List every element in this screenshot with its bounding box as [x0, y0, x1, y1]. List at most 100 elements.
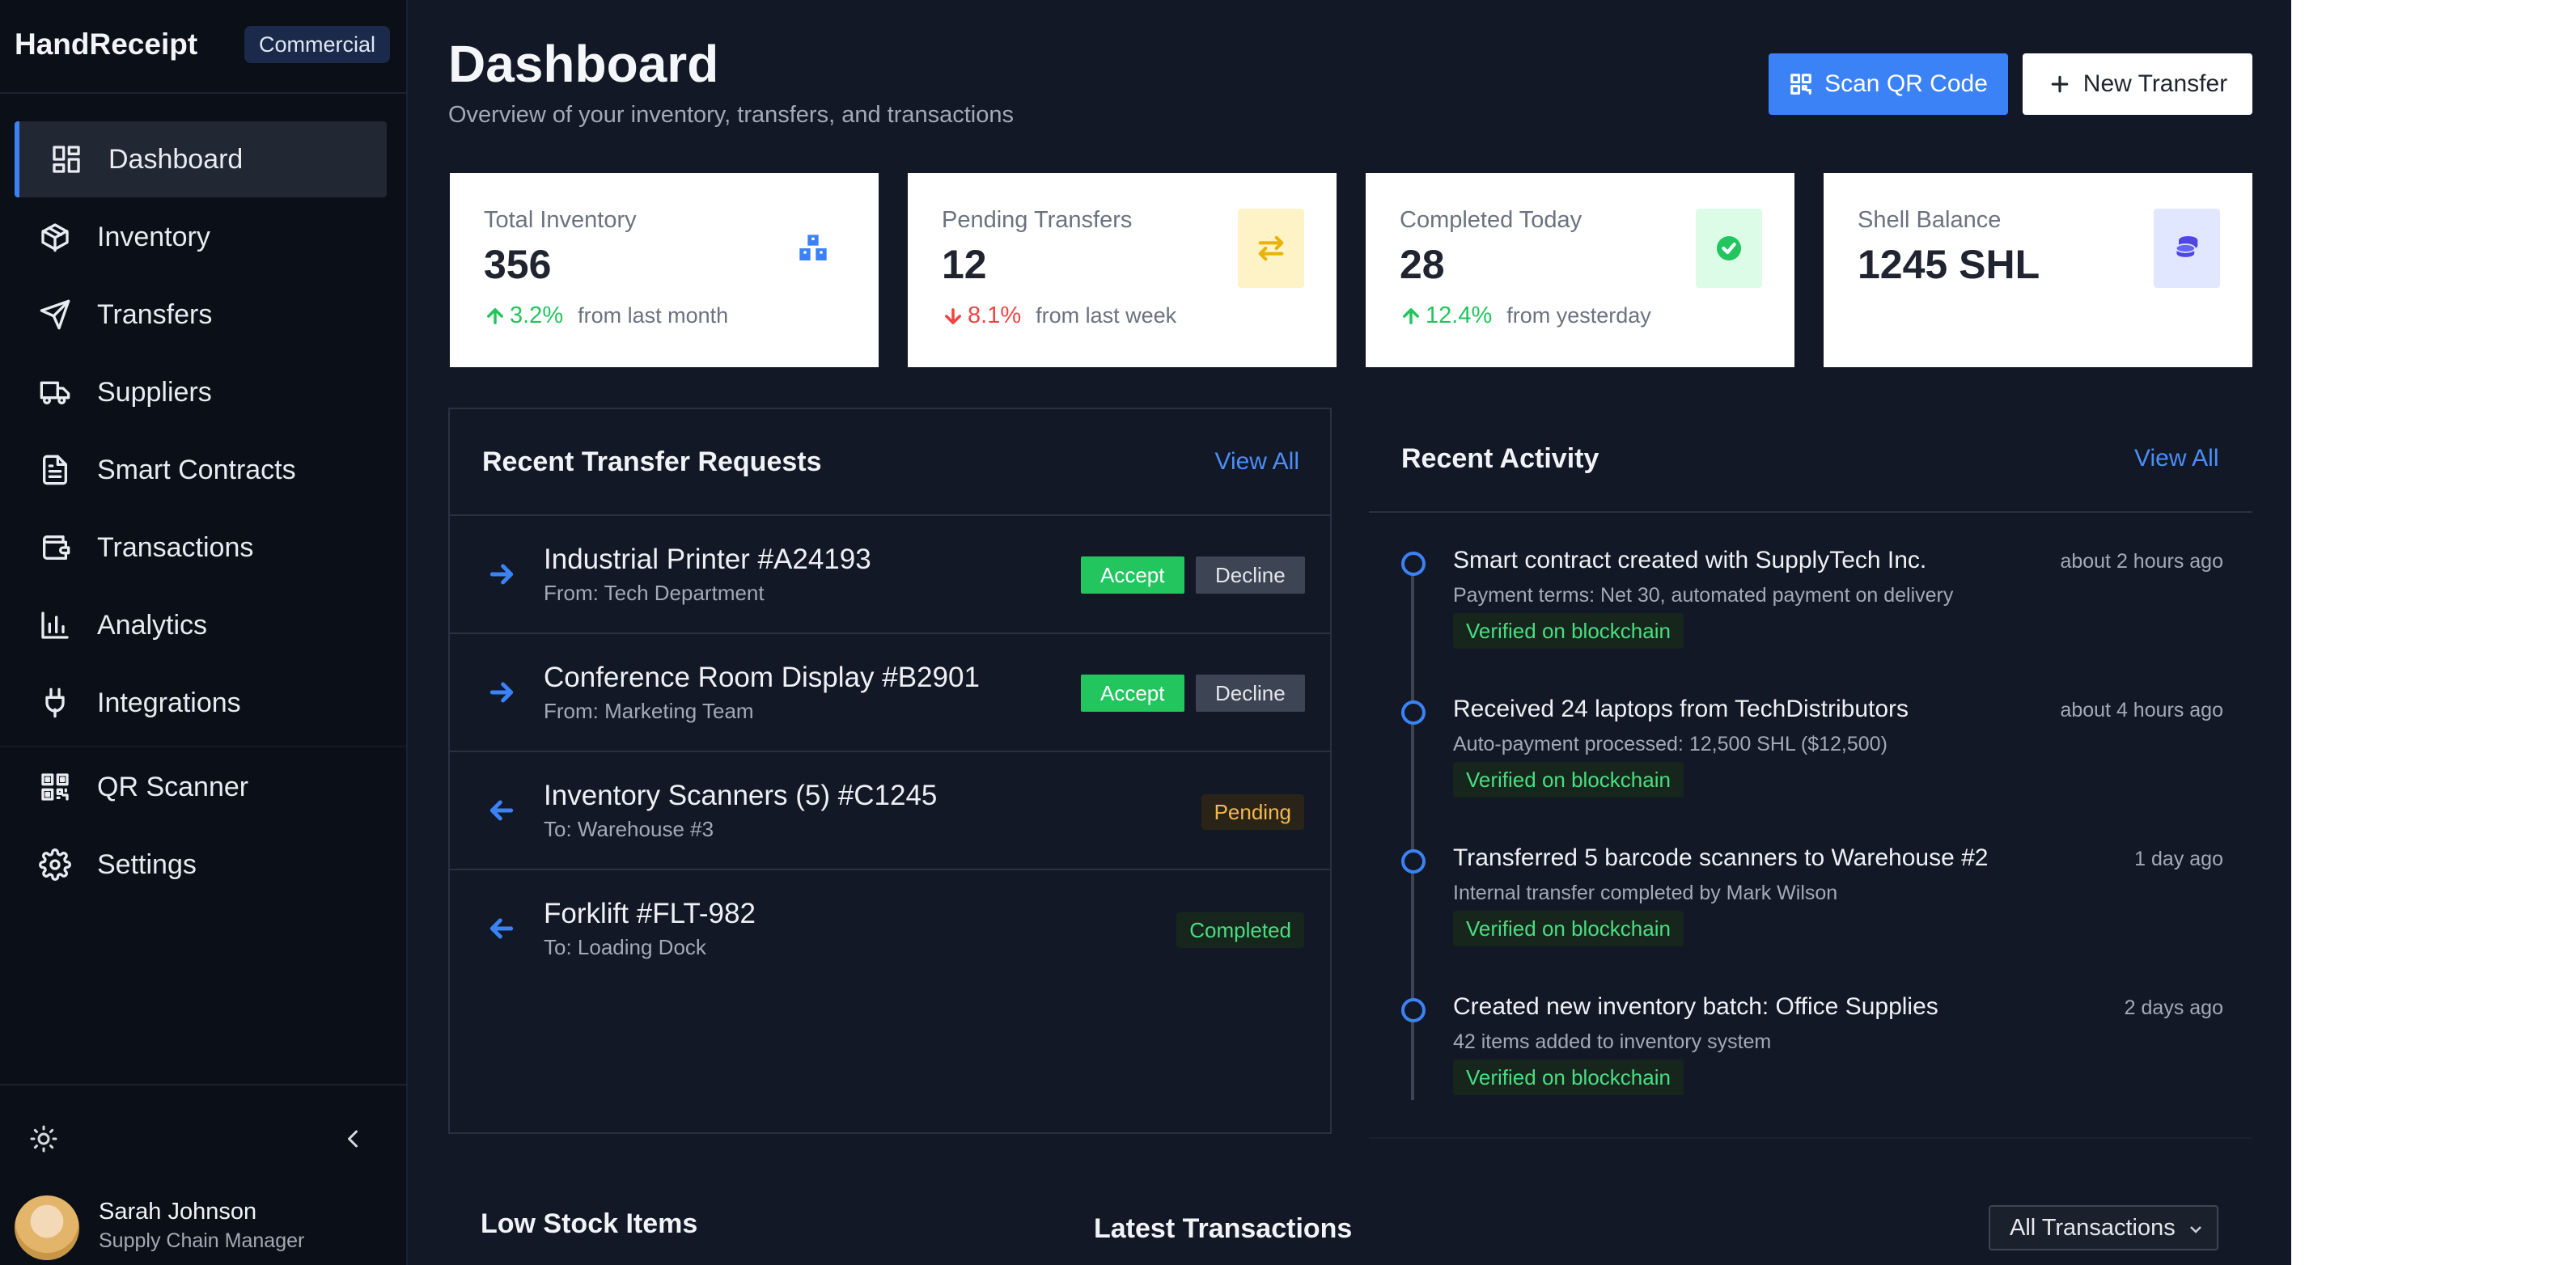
accept-button[interactable]: Accept — [1081, 556, 1184, 594]
transfer-item-destination: To: Loading Dock — [544, 935, 706, 959]
page-title: Dashboard — [448, 35, 719, 93]
accept-button[interactable]: Accept — [1081, 675, 1184, 712]
sidebar-item-label: Integrations — [97, 687, 241, 718]
grid-icon — [50, 143, 83, 176]
sidebar-item-inventory[interactable]: Inventory — [15, 199, 382, 275]
activity-title: Received 24 laptops from TechDistributor… — [1453, 696, 1909, 722]
activity-item: Received 24 laptops from TechDistributor… — [1369, 696, 2256, 844]
stat-delta-context: from last week — [1036, 303, 1177, 328]
transfer-row[interactable]: Industrial Printer #A24193 From: Tech De… — [450, 514, 1330, 632]
view-all-transfers-link[interactable]: View All — [1214, 448, 1299, 476]
stat-card-shell-balance: Shell Balance 1245 SHL — [1824, 173, 2252, 367]
stat-card-pending-transfers: Pending Transfers 12 8.1% from last week — [908, 173, 1337, 367]
activity-time: 1 day ago — [2134, 848, 2223, 870]
stat-label: Pending Transfers — [942, 207, 1133, 233]
theme-toggle-sun-icon[interactable] — [24, 1119, 63, 1158]
transaction-filter-select[interactable]: All Transactions — [1989, 1205, 2218, 1250]
stat-delta-context: from last month — [578, 303, 729, 328]
collapse-sidebar-chevron-left-icon[interactable] — [333, 1119, 372, 1158]
user-role: Supply Chain Manager — [99, 1229, 305, 1252]
activity-time: about 2 hours ago — [2060, 550, 2223, 573]
plan-badge: Commercial — [244, 26, 391, 63]
box-icon — [39, 221, 71, 253]
verified-badge: Verified on blockchain — [1453, 911, 1684, 946]
sidebar-item-label: Smart Contracts — [97, 454, 296, 485]
file-text-icon — [39, 454, 71, 486]
stat-delta-context: from yesterday — [1506, 303, 1651, 328]
recent-activity-title: Recent Activity — [1401, 443, 1599, 474]
arrow-left-icon — [485, 912, 518, 945]
sidebar: HandReceipt Commercial Dashboard Invento… — [0, 0, 408, 1265]
sidebar-divider — [0, 1084, 406, 1085]
arrow-right-icon — [485, 676, 518, 709]
wallet-icon — [39, 531, 71, 564]
timeline-dot — [1401, 552, 1426, 576]
activity-description: 42 items added to inventory system — [1453, 1030, 1772, 1053]
scan-qr-code-button[interactable]: Scan QR Code — [1769, 53, 2008, 115]
transfer-item-name: Industrial Printer #A24193 — [544, 544, 871, 575]
stat-value: 356 — [484, 242, 552, 287]
decline-button[interactable]: Decline — [1196, 556, 1305, 594]
transfer-row[interactable]: Forklift #FLT-982 To: Loading Dock Compl… — [450, 869, 1330, 987]
stat-delta: 8.1% from last week — [942, 302, 1176, 329]
user-name: Sarah Johnson — [99, 1199, 257, 1225]
transfer-item-destination: To: Warehouse #3 — [544, 817, 714, 841]
activity-divider — [1369, 511, 2252, 513]
sidebar-item-label: Transactions — [97, 531, 254, 563]
sidebar-item-integrations[interactable]: Integrations — [15, 665, 382, 741]
stat-delta: 12.4% from yesterday — [1400, 302, 1651, 329]
activity-description: Auto-payment processed: 12,500 SHL ($12,… — [1453, 733, 1888, 755]
sidebar-item-label: Suppliers — [97, 376, 212, 408]
transfer-item-source: From: Tech Department — [544, 581, 765, 605]
sidebar-item-label: Dashboard — [108, 143, 244, 175]
arrow-up-icon — [1403, 307, 1419, 324]
arrow-up-icon — [487, 307, 503, 324]
low-stock-items-title: Low Stock Items — [481, 1208, 698, 1239]
sidebar-item-dashboard[interactable]: Dashboard — [15, 121, 387, 197]
timeline-dot — [1401, 849, 1426, 874]
status-badge: Completed — [1176, 912, 1304, 948]
arrow-right-icon — [485, 558, 518, 590]
gear-icon — [39, 848, 71, 881]
transfer-item-name: Inventory Scanners (5) #C1245 — [544, 780, 938, 811]
recent-transfer-requests-panel: Recent Transfer Requests View All Indust… — [448, 408, 1332, 1134]
activity-item: Created new inventory batch: Office Supp… — [1369, 993, 2256, 1142]
verified-badge: Verified on blockchain — [1453, 1060, 1684, 1095]
stat-delta-value: 8.1% — [968, 302, 1022, 328]
activity-list: Smart contract created with SupplyTech I… — [1369, 547, 2256, 1129]
sidebar-item-qr-scanner[interactable]: QR Scanner — [15, 749, 382, 825]
sidebar-item-analytics[interactable]: Analytics — [15, 587, 382, 663]
transfer-row[interactable]: Conference Room Display #B2901 From: Mar… — [450, 632, 1330, 751]
sidebar-divider — [0, 92, 406, 94]
transfer-row[interactable]: Inventory Scanners (5) #C1245 To: Wareho… — [450, 751, 1330, 869]
verified-badge: Verified on blockchain — [1453, 762, 1684, 798]
activity-item: Smart contract created with SupplyTech I… — [1369, 547, 2256, 696]
arrows-exchange-icon — [1238, 209, 1304, 288]
timeline-dot — [1401, 998, 1426, 1022]
brand-logo: HandReceipt — [15, 28, 198, 61]
activity-description: Internal transfer completed by Mark Wils… — [1453, 882, 1838, 904]
sidebar-item-suppliers[interactable]: Suppliers — [15, 354, 382, 430]
sidebar-divider — [0, 746, 406, 747]
view-all-activity-link[interactable]: View All — [2134, 445, 2219, 472]
avatar[interactable] — [15, 1195, 79, 1260]
qr-code-icon — [1790, 74, 1811, 95]
activity-item: Transferred 5 barcode scanners to Wareho… — [1369, 844, 2256, 993]
decline-button[interactable]: Decline — [1196, 675, 1305, 712]
sidebar-item-settings[interactable]: Settings — [15, 827, 382, 903]
stat-delta-value: 3.2% — [510, 302, 564, 328]
new-transfer-button[interactable]: New Transfer — [2023, 53, 2252, 115]
sidebar-item-transactions[interactable]: Transactions — [15, 510, 382, 586]
plug-icon — [39, 687, 71, 719]
activity-time: about 4 hours ago — [2060, 699, 2223, 721]
stat-value: 12 — [942, 242, 987, 287]
arrow-down-icon — [945, 307, 961, 324]
sidebar-item-transfers[interactable]: Transfers — [15, 277, 382, 353]
stat-delta-value: 12.4% — [1426, 302, 1493, 328]
activity-time: 2 days ago — [2124, 996, 2223, 1019]
page-subtitle: Overview of your inventory, transfers, a… — [448, 102, 1014, 128]
activity-bottom-divider — [1369, 1137, 2252, 1139]
arrow-left-icon — [485, 794, 518, 827]
sidebar-item-smart-contracts[interactable]: Smart Contracts — [15, 432, 382, 508]
stat-label: Completed Today — [1400, 207, 1582, 233]
